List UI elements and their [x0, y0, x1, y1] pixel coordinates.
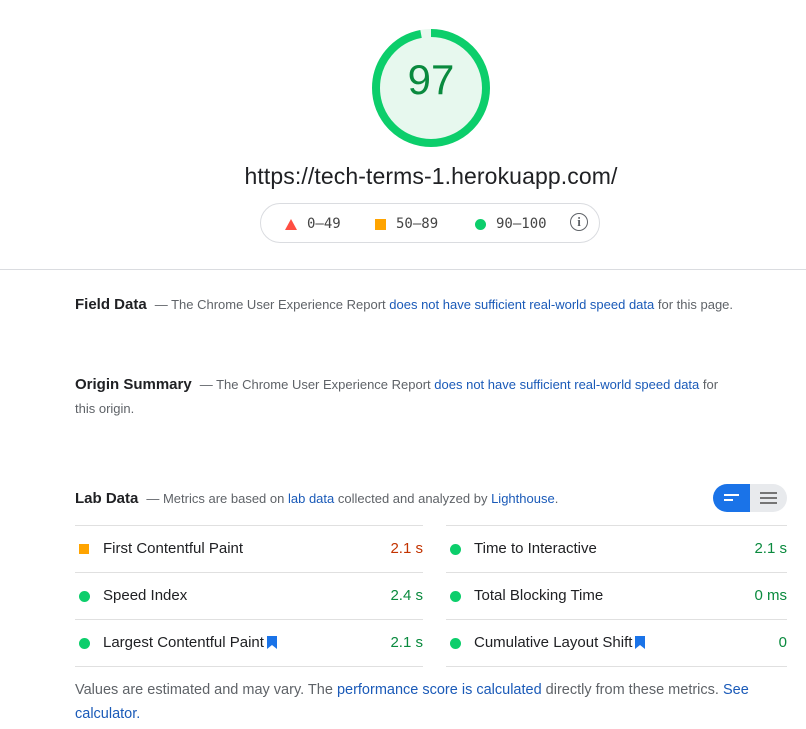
lighthouse-link[interactable]: Lighthouse: [491, 491, 555, 506]
score-legend: 0–49 50–89 90–100 i: [260, 203, 600, 243]
metric-name-wrapper: Cumulative Layout Shift: [474, 634, 646, 651]
metrics-view-toggle: [713, 484, 787, 512]
footer-prefix: Values are estimated and may vary. The: [75, 682, 337, 698]
lab-data-suffix: .: [554, 491, 559, 506]
circle-icon: [450, 638, 461, 649]
metric-value: 2.1 s: [390, 540, 423, 557]
lab-data-heading: Lab Data — Metrics are based on lab data …: [75, 490, 558, 507]
expanded-view-button[interactable]: [750, 484, 787, 512]
metric-name: Largest Contentful Paint: [103, 634, 264, 651]
lab-data-middle: collected and analyzed by: [334, 491, 492, 506]
bookmark-icon: [266, 636, 277, 649]
origin-summary-section: Origin Summary — The Chrome User Experien…: [75, 373, 735, 421]
lab-data-title: Lab Data: [75, 490, 139, 507]
legend-pass-label: 90–100: [496, 216, 547, 232]
metric-value: 2.1 s: [390, 634, 423, 651]
metric-value: 0 ms: [754, 587, 787, 604]
tested-url: https://tech-terms-1.herokuapp.com/: [244, 163, 618, 189]
performance-score-link[interactable]: performance score is calculated: [337, 682, 542, 698]
metric-row: Total Blocking Time 0 ms: [446, 572, 787, 619]
info-icon[interactable]: i: [570, 213, 588, 231]
origin-summary-link[interactable]: does not have sufficient real-world spee…: [434, 377, 699, 392]
metric-row: First Contentful Paint 2.1 s: [75, 525, 423, 572]
legend-average: 50–89: [375, 216, 438, 232]
circle-icon: [79, 591, 90, 602]
divider: [0, 269, 806, 270]
metric-row: Largest Contentful Paint 2.1 s: [75, 619, 423, 667]
metric-value: 2.4 s: [390, 587, 423, 604]
metric-name-wrapper: Largest Contentful Paint: [103, 634, 277, 651]
metric-name: First Contentful Paint: [103, 540, 244, 557]
metric-name: Total Blocking Time: [474, 587, 604, 604]
square-icon: [79, 544, 89, 554]
metric-value: 2.1 s: [754, 540, 787, 557]
legend-fail: 0–49: [285, 216, 341, 232]
triangle-icon: [285, 218, 297, 230]
metric-value: 0: [778, 634, 787, 651]
legend-average-label: 50–89: [396, 216, 439, 232]
metric-row: Cumulative Layout Shift 0: [446, 619, 787, 667]
field-data-title: Field Data: [75, 296, 147, 313]
footer-middle: directly from these metrics.: [541, 682, 723, 698]
field-data-prefix: — The Chrome User Experience Report: [154, 297, 390, 312]
metrics-right-column: Time to Interactive 2.1 s Total Blocking…: [446, 525, 787, 667]
origin-summary-title: Origin Summary: [75, 376, 192, 393]
lab-data-prefix: — Metrics are based on: [146, 491, 288, 506]
square-icon: [375, 218, 386, 230]
compact-view-button[interactable]: [713, 484, 750, 512]
field-data-suffix: for this page.: [654, 297, 734, 312]
circle-icon: [450, 591, 461, 602]
circle-icon: [450, 544, 461, 555]
metrics-left-column: First Contentful Paint 2.1 s Speed Index…: [75, 525, 423, 667]
metric-name: Speed Index: [103, 587, 188, 604]
field-data-link[interactable]: does not have sufficient real-world spee…: [389, 297, 654, 312]
metric-row: Speed Index 2.4 s: [75, 572, 423, 619]
lab-data-link[interactable]: lab data: [288, 491, 334, 506]
bookmark-icon: [635, 636, 646, 649]
performance-score: 97: [407, 56, 455, 103]
circle-icon: [79, 638, 90, 649]
legend-fail-label: 0–49: [307, 216, 341, 232]
origin-summary-prefix: — The Chrome User Experience Report: [199, 377, 435, 392]
footer-note: Values are estimated and may vary. The p…: [75, 678, 755, 726]
metric-name: Time to Interactive: [474, 540, 597, 557]
metric-row: Time to Interactive 2.1 s: [446, 525, 787, 572]
legend-pass: 90–100: [475, 216, 547, 232]
field-data-section: Field Data — The Chrome User Experience R…: [75, 293, 735, 317]
metric-name: Cumulative Layout Shift: [474, 634, 633, 651]
circle-icon: [475, 218, 486, 230]
